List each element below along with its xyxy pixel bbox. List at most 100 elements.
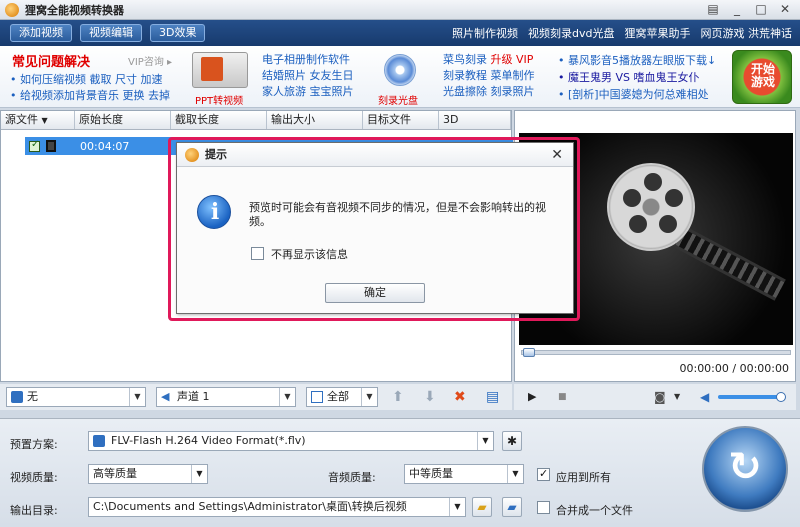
burn-link[interactable]: 菜鸟刻录 [443,53,487,66]
preview-progress-bar[interactable] [521,350,791,355]
column-header[interactable]: 截取长度 [171,111,267,129]
film-icon [46,140,56,152]
start-game-label: 开始 游戏 [750,62,775,89]
chevron-down-icon: ▼ [507,465,523,483]
burn-disc-link[interactable]: 刻录光盘 [378,92,418,107]
close-icon[interactable]: ✕ [778,2,792,16]
info-icon: i [197,195,231,229]
column-header[interactable]: 目标文件 [363,111,439,129]
move-down-icon[interactable]: ⬇ [424,389,436,405]
select-all-label: 全部 [327,390,349,403]
upgrade-vip-link[interactable]: 升级 VIP [491,53,534,66]
news-link[interactable]: • [剖析]中国婆媳为何总难相处 [558,86,716,103]
chevron-down-icon[interactable]: ▼ [674,389,680,405]
maximize-icon[interactable]: □ [754,2,768,16]
audio-quality-label: 音频质量: [328,471,376,484]
video-quality-value: 高等质量 [93,467,137,480]
volume-icon[interactable]: ◀ [700,389,709,405]
select-all-icon [311,391,323,403]
start-game-button[interactable]: 开始 游戏 [732,50,792,104]
close-icon[interactable]: ✕ [551,143,563,167]
chevron-down-icon: ▼ [477,432,493,450]
column-header[interactable]: 原始长度 [75,111,171,129]
play-icon[interactable]: ▶ [528,389,536,405]
audio-track-select[interactable]: ◀ 声道 1 ▼ [156,387,296,407]
delete-icon[interactable]: ✖ [454,389,466,405]
move-up-icon[interactable]: ⬆ [392,389,404,405]
news-link[interactable]: • 暴风影音5播放器左眼版下载↓ [558,52,716,69]
preset-select[interactable]: FLV-Flash H.264 Video Format(*.flv) ▼ [88,431,494,451]
menu-icon[interactable]: ▤ [706,2,720,16]
clear-list-icon[interactable]: ▤ [486,389,499,405]
output-dir-label: 输出目录: [10,504,58,517]
photo-video-link[interactable]: 照片制作视频 [452,25,518,41]
faq-vip-link[interactable]: VIP咨询 ▸ [128,53,172,68]
file-list-header: 源文件 ▼ 原始长度 截取长度 输出大小 目标文件 3D [1,111,511,130]
edit-video-button[interactable]: 视频编辑 [80,24,142,42]
apply-all-checkbox[interactable] [537,467,550,481]
album-link[interactable]: 电子相册制作软件 [262,52,354,68]
output-dir-field[interactable]: C:\Documents and Settings\Administrator\… [88,497,466,517]
subtitle-select[interactable]: 无 ▼ [6,387,146,407]
ppt-to-video-link[interactable]: PPT转视频 [195,92,243,107]
minimize-icon[interactable]: _ [730,2,744,16]
news-list: • 暴风影音5播放器左眼版下载↓ • 魔王鬼男 VS 嗜血鬼王女仆 • [剖析]… [558,52,716,103]
select-all-button[interactable]: 全部 ▼ [306,387,378,407]
browse-folder-button[interactable]: ▰ [472,497,492,517]
ok-button[interactable]: 确定 [325,283,425,303]
advanced-settings-button[interactable]: ✱ [502,431,522,451]
stop-icon[interactable]: ■ [558,389,567,405]
audio-quality-select[interactable]: 中等质量 ▼ [404,464,524,484]
add-video-button[interactable]: 添加视频 [10,24,72,42]
main-toolbar: 添加视频 视频编辑 3D效果 照片制作视频 视频刻录dvd光盘 狸窝苹果助手 网… [0,20,800,46]
dialog-title: 提示 [205,148,227,161]
title-bar: 狸窝全能视频转换器 ▤ _ □ ✕ [0,0,800,20]
preview-progress-handle[interactable] [523,348,535,357]
ppt-icon[interactable] [192,52,248,88]
open-folder-icon: ▰ [507,500,517,514]
column-header[interactable]: 3D [439,111,511,129]
album-links: 电子相册制作软件 结婚照片 女友生日 家人旅游 宝宝照片 [262,52,354,100]
video-quality-select[interactable]: 高等质量 ▼ [88,464,208,484]
chevron-down-icon: ▼ [191,465,207,483]
chevron-down-icon: ▼ [279,388,295,406]
prompt-dialog: 提示 ✕ i 预览时可能会有音视频不同步的情况，但是不会影响转出的视频。 不再显… [176,142,574,314]
folder-icon: ▰ [477,500,487,514]
app-icon [185,148,199,162]
album-link[interactable]: 结婚照片 女友生日 [262,68,354,84]
apple-helper-link[interactable]: 狸窝苹果助手 [625,25,691,41]
burn-link[interactable]: 刻录教程 菜单制作 [443,68,535,84]
volume-slider[interactable] [718,395,782,399]
news-link[interactable]: • 魔王鬼男 VS 嗜血鬼王女仆 [558,69,716,86]
dont-show-label: 不再显示该信息 [271,248,348,261]
preset-value: FLV-Flash H.264 Video Format(*.flv) [111,434,306,447]
dvd-burn-link[interactable]: 视频刻录dvd光盘 [528,25,614,41]
convert-icon: ↻ [728,444,762,490]
column-header[interactable]: 源文件 ▼ [1,111,75,129]
faq-title[interactable]: 常见问题解决 [12,51,90,70]
speaker-icon: ◀ [161,390,170,403]
burn-link[interactable]: 光盘擦除 刻录照片 [443,84,535,100]
chevron-down-icon: ▼ [129,388,145,406]
album-link[interactable]: 家人旅游 宝宝照片 [262,84,354,100]
merge-checkbox[interactable] [537,501,550,514]
disc-icon[interactable] [378,52,422,88]
3d-effect-button[interactable]: 3D效果 [150,24,206,42]
faq-link[interactable]: • 给视频添加背景音乐 更换 去掉 [10,87,170,103]
subtitle-icon [11,391,23,403]
audio-quality-value: 中等质量 [409,467,453,480]
faq-link[interactable]: • 如何压缩视频 截取 尺寸 加速 [10,71,162,87]
ad-strip: 常见问题解决 VIP咨询 ▸ • 如何压缩视频 截取 尺寸 加速 • 给视频添加… [0,46,800,108]
window-controls: ▤ _ □ ✕ [706,2,792,16]
burn-links: 菜鸟刻录 升级 VIP 刻录教程 菜单制作 光盘擦除 刻录照片 [443,52,535,100]
dont-show-checkbox[interactable] [251,247,264,260]
open-folder-button[interactable]: ▰ [502,497,522,517]
convert-button[interactable]: ↻ [702,426,788,512]
web-game-link[interactable]: 网页游戏 洪荒神话 [701,25,793,41]
chevron-down-icon: ▼ [449,498,465,516]
volume-handle[interactable] [776,392,786,402]
column-header[interactable]: 输出大小 [267,111,363,129]
row-checkbox[interactable] [29,139,40,152]
camera-icon[interactable]: ◙ [654,389,666,405]
sort-arrow-icon: ▼ [41,116,48,125]
